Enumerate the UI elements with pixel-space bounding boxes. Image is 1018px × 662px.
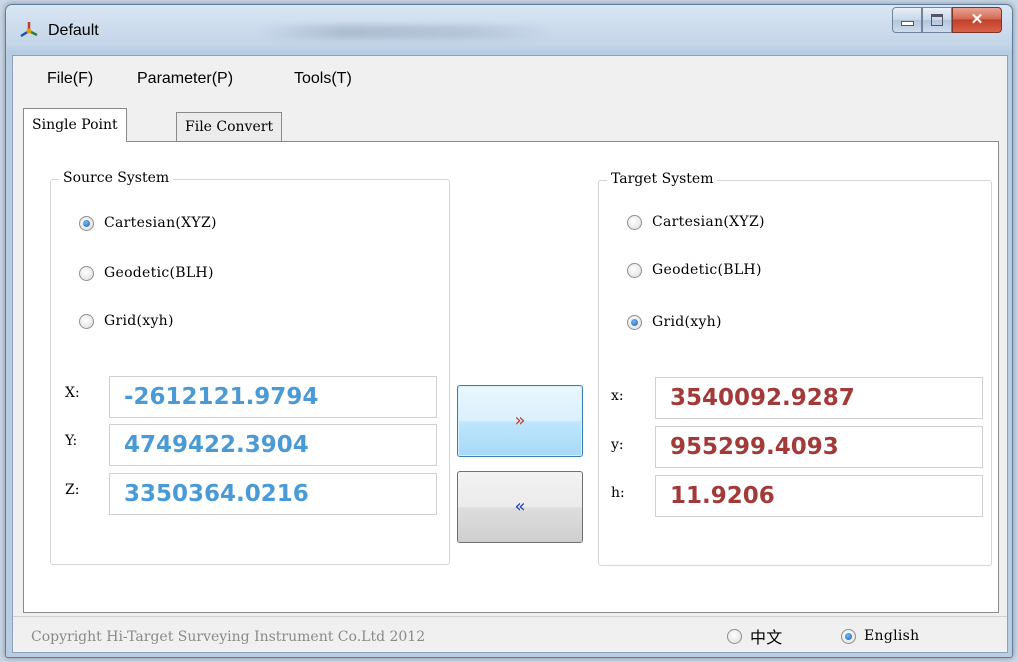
- source-system-group: Source System Cartesian(XYZ) Geodetic(BL…: [50, 170, 450, 565]
- radio-unchecked-icon: [79, 313, 94, 329]
- window-controls: ✕: [892, 7, 1002, 33]
- menu-parameter[interactable]: Parameter(P): [137, 70, 233, 88]
- title-bar[interactable]: Default ✕: [6, 5, 1012, 55]
- source-option-label: Geodetic(BLH): [104, 265, 214, 281]
- tab-single-point[interactable]: Single Point: [23, 108, 127, 142]
- source-option-geodetic[interactable]: Geodetic(BLH): [79, 262, 214, 284]
- label-y-grid: y:: [611, 437, 624, 453]
- source-option-grid[interactable]: Grid(xyh): [79, 310, 174, 332]
- minimize-button[interactable]: [892, 7, 922, 33]
- radio-checked-icon: [627, 314, 642, 330]
- target-option-cartesian[interactable]: Cartesian(XYZ): [627, 211, 765, 233]
- radio-checked-icon: [841, 628, 856, 644]
- label-y: Y:: [65, 433, 78, 449]
- target-option-label: Cartesian(XYZ): [652, 214, 765, 230]
- convert-forward-button[interactable]: »: [457, 385, 583, 457]
- label-h-grid: h:: [611, 485, 625, 501]
- label-z: Z:: [65, 482, 80, 498]
- close-button[interactable]: ✕: [952, 7, 1002, 33]
- title-bar-blur: [256, 25, 556, 39]
- convert-backward-button[interactable]: «: [457, 471, 583, 543]
- copyright-text: Copyright Hi-Target Surveying Instrument…: [31, 629, 426, 645]
- single-point-page: Source System Cartesian(XYZ) Geodetic(BL…: [23, 141, 999, 613]
- window-title: Default: [48, 22, 99, 39]
- menu-tools[interactable]: Tools(T): [294, 70, 352, 88]
- target-option-label: Geodetic(BLH): [652, 262, 762, 278]
- source-system-title: Source System: [59, 170, 174, 186]
- source-x-input[interactable]: -2612121.9794: [109, 376, 437, 418]
- target-option-geodetic[interactable]: Geodetic(BLH): [627, 259, 762, 281]
- language-option-english[interactable]: English: [841, 625, 919, 647]
- radio-unchecked-icon: [627, 262, 642, 278]
- cartesian-axes-icon: [20, 22, 38, 38]
- radio-checked-icon: [79, 215, 94, 231]
- source-option-cartesian[interactable]: Cartesian(XYZ): [79, 212, 217, 234]
- target-x-input[interactable]: 3540092.9287: [655, 377, 983, 419]
- close-icon: ✕: [970, 11, 984, 28]
- radio-unchecked-icon: [627, 214, 642, 230]
- radio-unchecked-icon: [727, 628, 742, 644]
- minimize-icon: [901, 21, 914, 26]
- label-x: X:: [65, 385, 80, 401]
- target-system-title: Target System: [607, 171, 718, 187]
- menu-file[interactable]: File(F): [47, 70, 93, 88]
- language-label: English: [864, 628, 920, 644]
- target-option-label: Grid(xyh): [652, 314, 722, 330]
- source-z-input[interactable]: 3350364.0216: [109, 473, 437, 515]
- maximize-button[interactable]: [922, 7, 952, 33]
- radio-unchecked-icon: [79, 265, 94, 281]
- target-option-grid[interactable]: Grid(xyh): [627, 311, 722, 333]
- status-bar: Copyright Hi-Target Surveying Instrument…: [13, 616, 1007, 653]
- app-window: Default ✕ File(F) Parameter(P) Tools(T) …: [5, 4, 1013, 658]
- tab-file-convert[interactable]: File Convert: [176, 112, 283, 141]
- target-system-group: Target System Cartesian(XYZ) Geodetic(BL…: [598, 171, 992, 566]
- maximize-icon: [931, 14, 943, 26]
- target-h-input[interactable]: 11.9206: [655, 475, 983, 517]
- menu-bar: File(F) Parameter(P) Tools(T): [13, 56, 1007, 98]
- target-y-input[interactable]: 955299.4093: [655, 426, 983, 468]
- source-option-label: Cartesian(XYZ): [104, 215, 217, 231]
- language-option-chinese[interactable]: 中文: [727, 625, 783, 647]
- source-option-label: Grid(xyh): [104, 313, 174, 329]
- client-area: File(F) Parameter(P) Tools(T) Single Poi…: [12, 55, 1008, 653]
- language-label: 中文: [750, 628, 783, 647]
- label-x-grid: x:: [611, 388, 624, 404]
- source-y-input[interactable]: 4749422.3904: [109, 424, 437, 466]
